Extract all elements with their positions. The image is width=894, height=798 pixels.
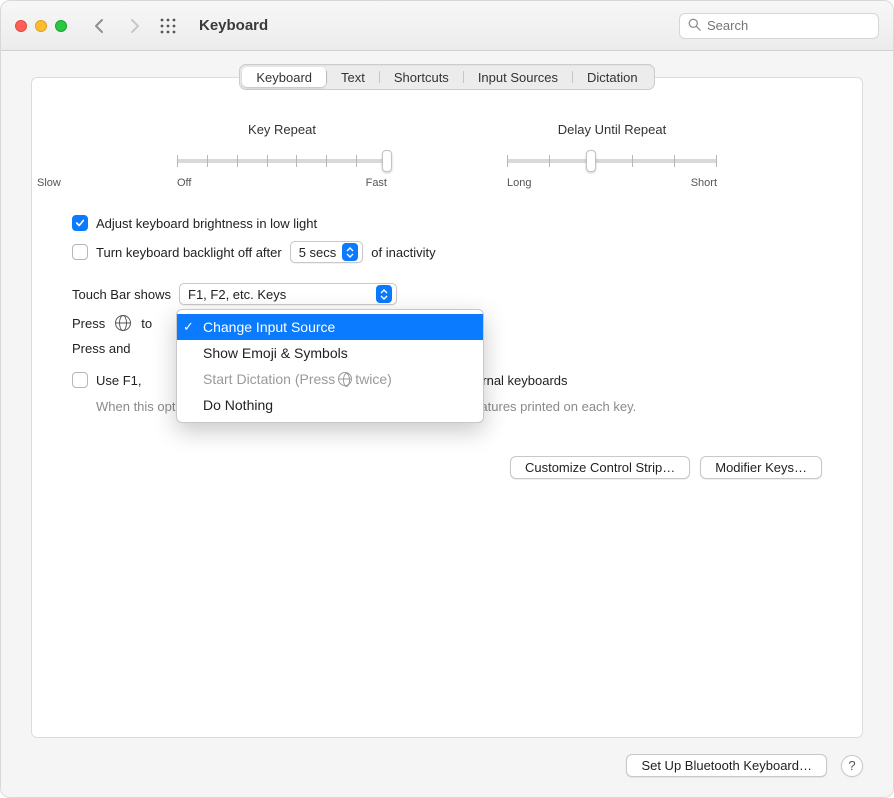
key-repeat-label: Key Repeat — [248, 122, 316, 137]
delay-slider[interactable] — [507, 149, 717, 173]
use-fkeys-checkbox[interactable] — [72, 372, 88, 388]
press-and-hold-prefix: Press and — [72, 341, 131, 356]
modifier-keys-button[interactable]: Modifier Keys… — [700, 456, 822, 479]
backlight-off-checkbox[interactable] — [72, 244, 88, 260]
content-area: Keyboard Text Shortcuts Input Sources Di… — [1, 51, 893, 797]
adjust-brightness-checkbox[interactable] — [72, 215, 88, 231]
customize-control-strip-button[interactable]: Customize Control Strip… — [510, 456, 690, 479]
forward-button[interactable] — [123, 15, 145, 37]
tab-shortcuts[interactable]: Shortcuts — [380, 67, 463, 87]
menu-start-dictation[interactable]: Start Dictation (Press twice) — [177, 366, 483, 392]
titlebar: Keyboard — [1, 1, 893, 51]
key-repeat-block: Key Repeat Off Slow Fast — [177, 122, 387, 189]
window-controls — [15, 20, 67, 32]
popup-stepper-icon — [342, 243, 358, 261]
preferences-window: Keyboard Keyboard Text Shortcuts Inp — [0, 0, 894, 798]
tab-keyboard[interactable]: Keyboard — [242, 67, 326, 87]
help-button[interactable]: ? — [841, 755, 863, 777]
press-globe-menu: ✓ Change Input Source Show Emoji & Symbo… — [176, 309, 484, 423]
globe-icon — [338, 372, 352, 386]
window-title: Keyboard — [199, 17, 268, 34]
key-repeat-slider[interactable] — [177, 149, 387, 173]
adjust-brightness-label: Adjust keyboard brightness in low light — [96, 216, 317, 231]
back-button[interactable] — [89, 15, 111, 37]
menu-show-emoji-symbols[interactable]: Show Emoji & Symbols — [177, 340, 483, 366]
search-icon — [688, 18, 701, 34]
tab-dictation[interactable]: Dictation — [573, 67, 652, 87]
menu-change-input-source[interactable]: ✓ Change Input Source — [177, 314, 483, 340]
popup-stepper-icon — [376, 285, 392, 303]
footer: Set Up Bluetooth Keyboard… ? — [31, 738, 863, 777]
panel-buttons: Customize Control Strip… Modifier Keys… — [72, 416, 822, 479]
menu-do-nothing[interactable]: Do Nothing — [177, 392, 483, 418]
bluetooth-keyboard-button[interactable]: Set Up Bluetooth Keyboard… — [626, 754, 827, 777]
use-fkeys-label-visible: Use F1, — [96, 373, 142, 388]
tab-input-sources[interactable]: Input Sources — [464, 67, 572, 87]
key-repeat-fast-label: Fast — [366, 177, 387, 189]
touch-bar-row: Touch Bar shows F1, F2, etc. Keys — [72, 283, 822, 305]
main-panel: Keyboard Text Shortcuts Input Sources Di… — [31, 77, 863, 738]
touch-bar-label: Touch Bar shows — [72, 287, 171, 302]
globe-icon — [115, 315, 131, 331]
adjust-brightness-row: Adjust keyboard brightness in low light — [72, 215, 822, 231]
zoom-window-button[interactable] — [55, 20, 67, 32]
press-globe-prefix: Press — [72, 316, 105, 331]
backlight-duration-popup[interactable]: 5 secs — [290, 241, 364, 263]
key-repeat-off-label: Off — [177, 177, 191, 189]
minimize-window-button[interactable] — [35, 20, 47, 32]
press-globe-row: Press to ✓ Change Input Source Show Emoj… — [72, 315, 822, 331]
touch-bar-value: F1, F2, etc. Keys — [188, 287, 370, 302]
press-globe-suffix: to — [141, 316, 152, 331]
delay-until-repeat-block: Delay Until Repeat Long Short — [507, 122, 717, 189]
touch-bar-popup[interactable]: F1, F2, etc. Keys — [179, 283, 397, 305]
key-repeat-slow-label: Slow — [37, 177, 61, 189]
backlight-off-row: Turn keyboard backlight off after 5 secs… — [72, 241, 822, 263]
backlight-duration-value: 5 secs — [299, 245, 337, 260]
delay-short-label: Short — [691, 177, 717, 189]
search-field[interactable] — [679, 13, 879, 39]
search-input[interactable] — [707, 18, 883, 33]
show-all-icon[interactable] — [157, 15, 179, 37]
backlight-off-prefix: Turn keyboard backlight off after — [96, 245, 282, 260]
backlight-off-suffix: of inactivity — [371, 245, 435, 260]
tab-bar: Keyboard Text Shortcuts Input Sources Di… — [32, 64, 862, 90]
close-window-button[interactable] — [15, 20, 27, 32]
delay-label: Delay Until Repeat — [558, 122, 666, 137]
tab-text[interactable]: Text — [327, 67, 379, 87]
sliders: Key Repeat Off Slow Fast Delay Until Rep… — [72, 122, 822, 189]
delay-long-label: Long — [507, 177, 531, 189]
checkmark-icon: ✓ — [183, 319, 194, 335]
